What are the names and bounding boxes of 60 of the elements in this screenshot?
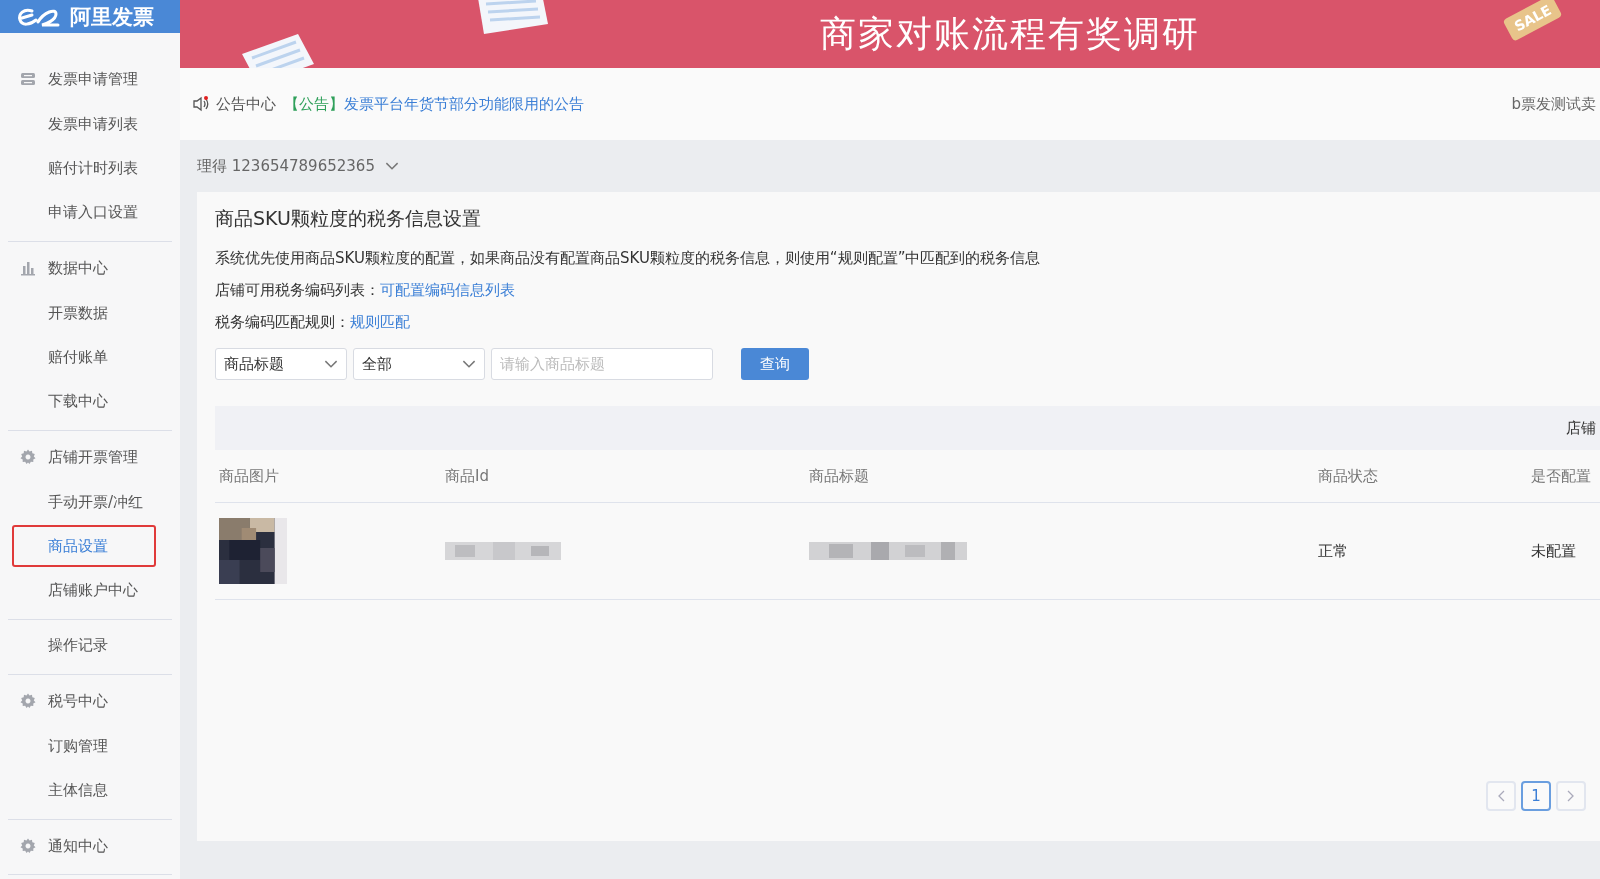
link[interactable]: 规则匹配 xyxy=(350,312,410,332)
account-selector[interactable]: 理得 123654789652365 xyxy=(197,140,1600,192)
field-select[interactable]: 商品标题 xyxy=(215,348,347,380)
notice-center-label[interactable]: 公告中心 xyxy=(216,94,276,114)
table-cell-text: 未配置 xyxy=(1531,541,1577,561)
bar-chart-icon xyxy=(20,260,36,276)
chevron-down-icon xyxy=(324,359,338,369)
link[interactable]: 可配置编码信息列表 xyxy=(380,280,515,300)
sidebar-item[interactable]: 商品设置 xyxy=(12,525,156,567)
sidebar-section[interactable]: 通知中心 xyxy=(8,824,172,868)
settings-icon xyxy=(20,838,36,854)
sidebar-section[interactable]: 数据中心 xyxy=(8,246,172,290)
section-title: 发票申请管理 xyxy=(48,69,138,89)
previous-page-button[interactable] xyxy=(1486,781,1516,811)
sidebar-item[interactable]: 手动开票/冲红 xyxy=(12,481,168,523)
field-label: 税务编码匹配规则： xyxy=(215,312,350,332)
page-button[interactable]: 1 xyxy=(1521,781,1551,811)
column-header: 商品标题 xyxy=(809,466,870,486)
chevron-down-icon xyxy=(384,161,399,171)
toolbar-text: 店铺 xyxy=(1566,418,1596,438)
status-select[interactable]: 全部 xyxy=(353,348,485,380)
sidebar-item[interactable]: 发票申请列表 xyxy=(12,103,168,145)
sidebar-item[interactable]: 开票数据 xyxy=(12,292,168,334)
chevron-right-icon xyxy=(1567,790,1575,802)
banner-title: 商家对账流程有奖调研 xyxy=(820,11,1200,56)
sidebar-item[interactable]: 申请入口设置 xyxy=(12,191,168,233)
column-header: 商品图片 xyxy=(218,466,280,486)
sidebar-item[interactable]: 操作记录 xyxy=(12,624,168,666)
section-title: 通知中心 xyxy=(48,836,108,856)
card-title: 商品SKU颗粒度的税务信息设置 xyxy=(215,206,482,231)
sidebar-item[interactable]: 赔付计时列表 xyxy=(12,147,168,189)
user-name[interactable]: b票发测试卖 xyxy=(1511,94,1596,114)
sidebar-item[interactable]: 下载中心 xyxy=(12,380,168,422)
sidebar-item[interactable]: 赔付账单 xyxy=(12,336,168,378)
sidebar-item[interactable]: 店铺账户中心 xyxy=(12,569,168,611)
notice-link[interactable]: 【公告】发票平台年货节部分功能限用的公告 xyxy=(284,94,584,114)
field-label: 店铺可用税务编码列表： xyxy=(215,280,380,300)
sidebar-section[interactable]: 发票申请管理 xyxy=(8,57,172,101)
section-title: 数据中心 xyxy=(48,258,108,278)
section-title: 店铺开票管理 xyxy=(48,447,138,467)
column-header: 商品Id xyxy=(445,466,490,486)
next-page-button[interactable] xyxy=(1556,781,1586,811)
section-title: 税号中心 xyxy=(48,691,108,711)
sidebar-item[interactable]: 订购管理 xyxy=(12,725,168,767)
sidebar-section[interactable]: 税号中心 xyxy=(8,679,172,723)
settings-icon xyxy=(20,449,36,465)
search-field[interactable]: 请输入商品标题 xyxy=(491,348,713,380)
sidebar-section[interactable]: 店铺开票管理 xyxy=(8,435,172,479)
settings-icon xyxy=(20,693,36,709)
speaker-icon xyxy=(192,96,210,112)
description-text: 系统优先使用商品SKU颗粒度的配置，如果商品没有配置商品SKU颗粒度的税务信息，则使用“规则配置”中匹配到的税务信息 xyxy=(215,247,1042,269)
column-header: 是否配置 xyxy=(1531,466,1592,486)
list-icon xyxy=(20,71,36,87)
logo-text: 阿里发票 xyxy=(70,3,154,31)
table-cell-text: 正常 xyxy=(1318,541,1349,561)
column-header: 商品状态 xyxy=(1318,466,1379,486)
sidebar-item[interactable]: 主体信息 xyxy=(12,769,168,811)
chevron-down-icon xyxy=(462,359,476,369)
query-button[interactable]: 查询 xyxy=(741,348,809,380)
chevron-left-icon xyxy=(1497,790,1505,802)
